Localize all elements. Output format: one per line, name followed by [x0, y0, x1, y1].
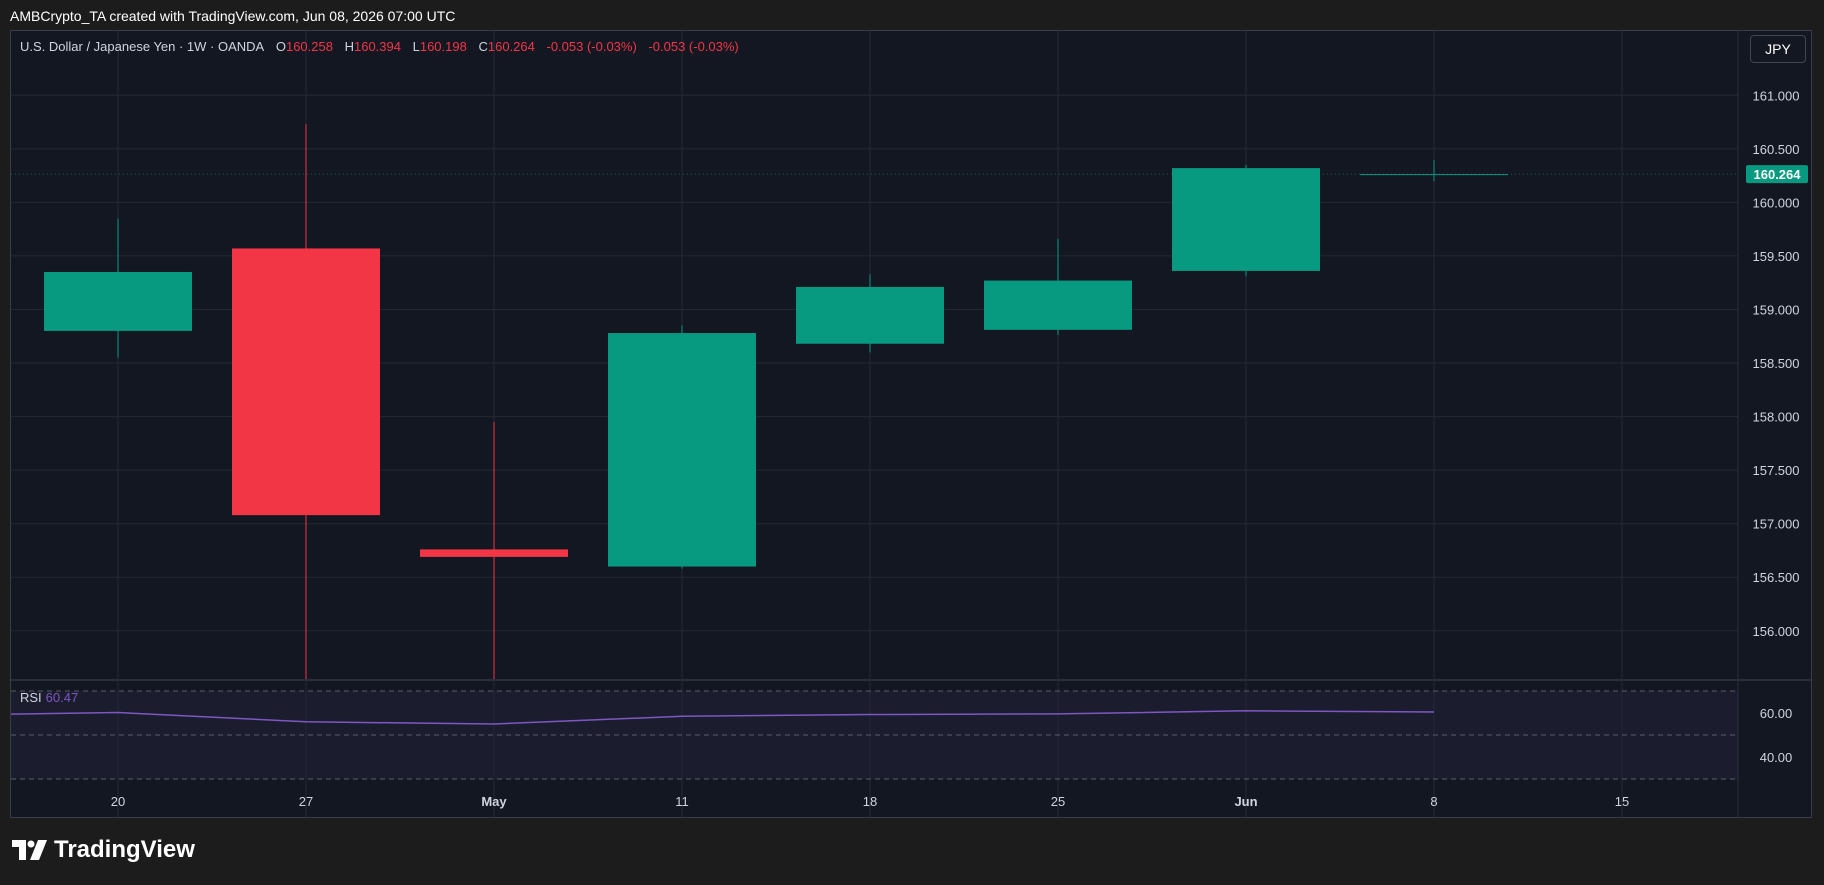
symbol-legend: U.S. Dollar / Japanese Yen · 1W · OANDA …	[20, 39, 739, 54]
close-label: C	[478, 39, 488, 54]
chart-frame	[10, 30, 1812, 818]
rsi-value: 60.47	[45, 690, 79, 705]
high-value: 160.394	[353, 39, 401, 54]
tradingview-logo[interactable]: TradingView	[12, 836, 195, 864]
currency-button[interactable]: JPY	[1750, 35, 1806, 63]
brand-name: TradingView	[54, 836, 195, 863]
high-label: H	[344, 39, 354, 54]
open-value: 160.258	[285, 39, 333, 54]
open-label: O	[275, 39, 286, 54]
tradingview-logo-icon	[12, 840, 47, 860]
change-value: -0.053 (-0.03%)	[546, 39, 637, 54]
close-value: 160.264	[487, 39, 535, 54]
symbol-title[interactable]: U.S. Dollar / Japanese Yen · 1W · OANDA	[20, 39, 264, 54]
low-label: L	[412, 39, 420, 54]
low-value: 160.198	[419, 39, 467, 54]
change-value-secondary: -0.053 (-0.03%)	[648, 39, 739, 54]
rsi-legend: RSI 60.47	[20, 690, 78, 705]
rsi-label[interactable]: RSI	[20, 690, 42, 705]
